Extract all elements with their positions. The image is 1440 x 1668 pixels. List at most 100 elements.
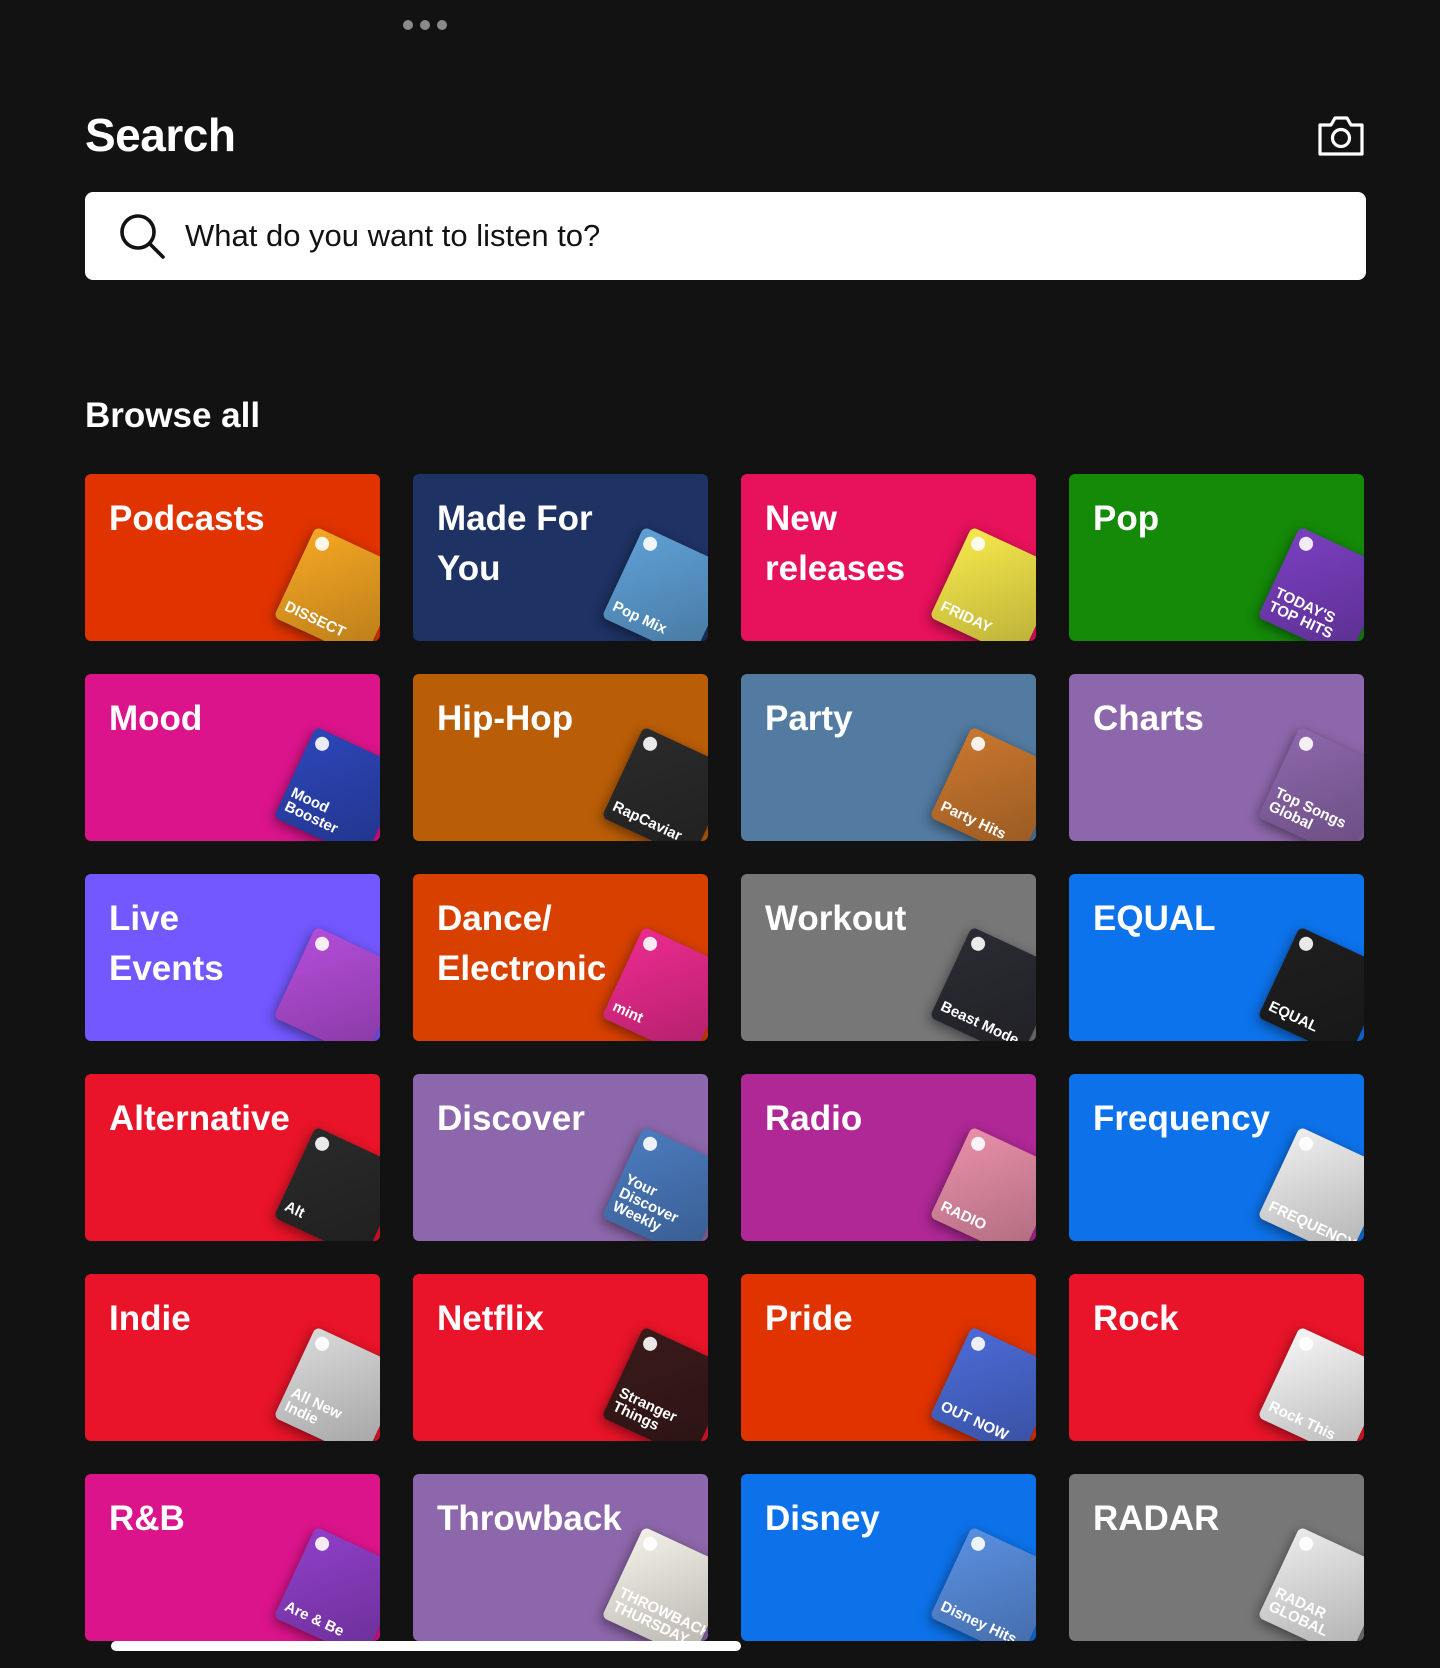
spotify-logo-icon	[1296, 1334, 1316, 1354]
category-tile-label: Podcasts	[109, 499, 265, 538]
category-tile[interactable]: Radio RADIO	[741, 1074, 1036, 1241]
category-tile[interactable]: Live Events	[85, 874, 380, 1041]
spotify-logo-icon	[968, 934, 988, 954]
category-tile-label: Disney	[765, 1499, 880, 1538]
category-tile-label: RADAR	[1093, 1499, 1220, 1538]
spotify-logo-icon	[640, 1134, 660, 1154]
cover-art-text: Mood Booster	[281, 784, 341, 838]
cover-art-text: DISSECT	[281, 597, 349, 641]
spotify-logo-icon	[1296, 534, 1316, 554]
spotify-logo-icon	[312, 1334, 332, 1354]
category-tile-label: Alternative	[109, 1099, 290, 1138]
category-tile-label: Rock	[1093, 1299, 1179, 1338]
search-bar[interactable]	[85, 192, 1366, 280]
spotify-logo-icon	[968, 1134, 988, 1154]
category-tile[interactable]: Pride OUT NOW	[741, 1274, 1036, 1441]
category-tile[interactable]: Mood Mood Booster	[85, 674, 380, 841]
spotify-logo-icon	[312, 1534, 332, 1554]
cover-art-text: THROWBACK THURSDAY	[609, 1584, 708, 1641]
cover-art-text: Alt	[281, 1197, 308, 1222]
category-tile-label: Charts	[1093, 699, 1204, 738]
spotify-logo-icon	[1296, 1534, 1316, 1554]
category-tile[interactable]: Charts Top Songs Global	[1069, 674, 1364, 841]
cover-art-text: Beast Mode	[937, 997, 1022, 1041]
search-input[interactable]	[185, 192, 1366, 280]
spotify-logo-icon	[968, 1334, 988, 1354]
category-tile-label: Pride	[765, 1299, 853, 1338]
category-tile-label: Indie	[109, 1299, 191, 1338]
spotify-logo-icon	[968, 534, 988, 554]
cover-art-text: Party Hits	[937, 797, 1009, 841]
category-tile-label: Made For You	[437, 499, 593, 588]
category-grid: Podcasts DISSECT Made For You Pop Mix New re…	[85, 474, 1365, 1641]
camera-icon[interactable]	[1316, 114, 1366, 158]
cover-art-text: FREQUENCY	[1265, 1197, 1359, 1241]
cover-art-text: Are & Be	[281, 1597, 347, 1641]
category-tile-label: Live Events	[109, 899, 224, 988]
category-tile-label: Party	[765, 699, 853, 738]
category-tile-label: Radio	[765, 1099, 863, 1138]
category-tile-label: Frequency	[1093, 1099, 1270, 1138]
scroll-indicator[interactable]	[111, 1641, 741, 1651]
spotify-logo-icon	[968, 1534, 988, 1554]
category-tile[interactable]: Alternative Alt	[85, 1074, 380, 1241]
spotify-logo-icon	[1296, 1134, 1316, 1154]
spotify-logo-icon	[1296, 734, 1316, 754]
spotify-logo-icon	[640, 1534, 660, 1554]
spotify-logo-icon	[312, 734, 332, 754]
spotify-logo-icon	[1296, 934, 1316, 954]
category-tile[interactable]: Rock Rock This	[1069, 1274, 1364, 1441]
more-options-icon[interactable]	[403, 20, 447, 30]
category-tile[interactable]: Made For You Pop Mix	[413, 474, 708, 641]
cover-art-text: RADAR GLOBAL	[1265, 1584, 1331, 1641]
cover-art-text: FRIDAY	[937, 597, 995, 637]
cover-art-text: RADIO	[937, 1197, 989, 1234]
cover-art-text: Stranger Things	[609, 1384, 680, 1435]
category-tile[interactable]: R&B Are & Be	[85, 1474, 380, 1641]
category-tile[interactable]: New releases FRIDAY	[741, 474, 1036, 641]
spotify-logo-icon	[968, 734, 988, 754]
category-tile-label: Hip-Hop	[437, 699, 574, 738]
category-tile[interactable]: Throwback THROWBACK THURSDAY	[413, 1474, 708, 1641]
category-tile[interactable]: Pop TODAY'S TOP HITS	[1069, 474, 1364, 641]
category-tile[interactable]: Hip-Hop RapCaviar	[413, 674, 708, 841]
spotify-logo-icon	[312, 934, 332, 954]
category-tile[interactable]: Frequency FREQUENCY	[1069, 1074, 1364, 1241]
category-tile-label: New releases	[765, 499, 906, 588]
cover-art-text	[282, 1012, 364, 1041]
search-page: Search Browse all Podcasts DISSECT Made Fo…	[0, 0, 1440, 1668]
category-tile[interactable]: Indie All New Indie	[85, 1274, 380, 1441]
cover-art-text: Top Songs Global	[1265, 784, 1349, 834]
spotify-logo-icon	[640, 734, 660, 754]
category-tile[interactable]: Discover Your Discover Weekly	[413, 1074, 708, 1241]
category-tile[interactable]: Podcasts DISSECT	[85, 474, 380, 641]
cover-art-text: Disney Hits	[937, 1597, 1020, 1641]
cover-art-text: mint	[609, 997, 646, 1027]
search-icon	[120, 214, 165, 259]
category-tile-label: Dance/ Electronic	[437, 899, 607, 988]
spotify-logo-icon	[640, 1334, 660, 1354]
category-tile[interactable]: Disney Disney Hits	[741, 1474, 1036, 1641]
cover-art-text: All New Indie	[281, 1384, 345, 1429]
cover-art-text: TODAY'S TOP HITS	[1265, 584, 1338, 641]
category-tile[interactable]: Dance/ Electronic mint	[413, 874, 708, 1041]
category-tile[interactable]: Party Party Hits	[741, 674, 1036, 841]
category-tile[interactable]: Netflix Stranger Things	[413, 1274, 708, 1441]
cover-art-text: Your Discover Weekly	[609, 1170, 681, 1236]
category-tile-label: Mood	[109, 699, 203, 738]
category-tile-label: Netflix	[437, 1299, 544, 1338]
category-tile[interactable]: RADAR RADAR GLOBAL	[1069, 1474, 1364, 1641]
spotify-logo-icon	[312, 1134, 332, 1154]
category-tile-label: Discover	[437, 1099, 585, 1138]
cover-art-text: RapCaviar	[609, 797, 685, 841]
category-tile-label: Throwback	[437, 1499, 622, 1538]
cover-art-text: OUT NOW	[937, 1397, 1011, 1441]
category-tile-label: EQUAL	[1093, 899, 1216, 938]
spotify-logo-icon	[312, 534, 332, 554]
category-tile-label: R&B	[109, 1499, 185, 1538]
page-title: Search	[85, 109, 236, 161]
category-tile[interactable]: EQUAL EQUAL	[1069, 874, 1364, 1041]
cover-art-text: Rock This	[1265, 1397, 1339, 1441]
category-tile[interactable]: Workout Beast Mode	[741, 874, 1036, 1041]
spotify-logo-icon	[640, 934, 660, 954]
